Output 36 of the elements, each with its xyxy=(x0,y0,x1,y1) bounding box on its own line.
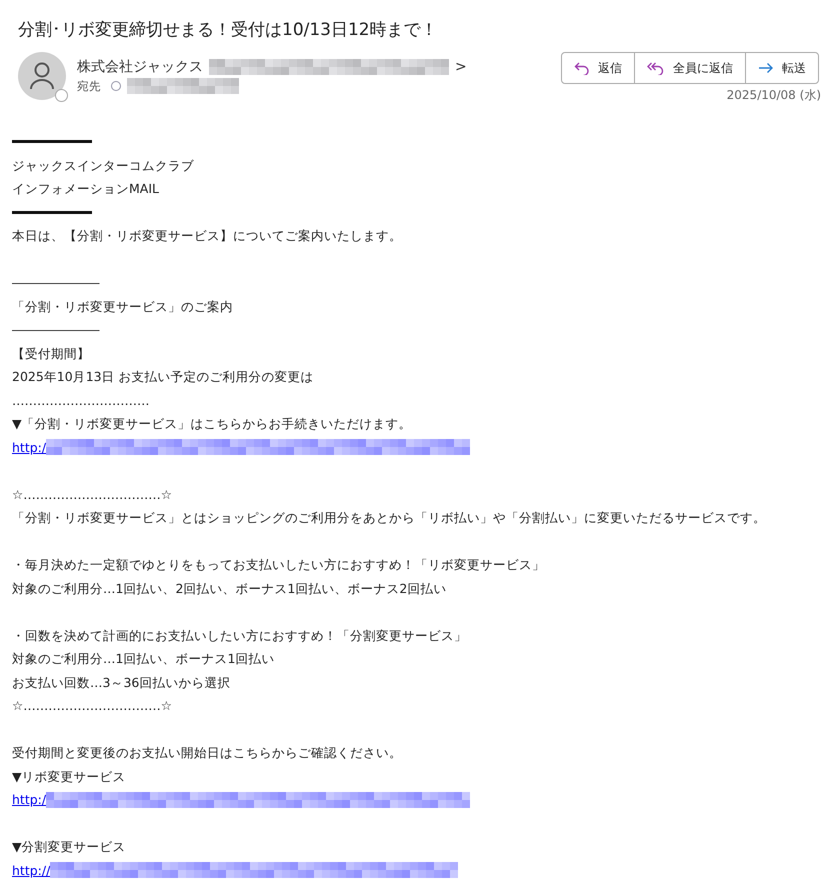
address-bracket: > xyxy=(455,59,467,75)
body-text: お支払い回数…3～36回払いから選択 xyxy=(12,674,230,692)
body-text: ・毎月決めた一定額でゆとりをもってお支払いしたい方におすすめ！「リボ変更サービス」 xyxy=(12,556,545,574)
email-date: 2025/10/08 (水) xyxy=(726,87,821,104)
link[interactable]: http:// xyxy=(12,858,50,882)
body-text: ☆……………………………☆ xyxy=(12,486,172,504)
body-text: ジャックスインターコムクラブ xyxy=(12,156,194,174)
body-text: 本日は、【分割・リボ変更サービス】についてご案内いたします。 xyxy=(12,227,402,245)
body-text: …………………………… xyxy=(12,392,150,410)
forward-button[interactable]: 転送 xyxy=(745,53,818,83)
forward-icon xyxy=(758,62,774,74)
body-text: インフォメーションMAIL xyxy=(12,180,159,198)
body-text: ▼リボ変更サービス xyxy=(12,768,126,786)
body-text: 【受付期間】 xyxy=(12,344,90,362)
body-text: 受付期間と変更後のお支払い開始日はこちらからご確認ください。 xyxy=(12,744,402,762)
recipient-ring-icon xyxy=(111,81,121,91)
person-icon xyxy=(29,62,55,90)
link[interactable]: http:/ xyxy=(12,436,46,459)
body-text: 対象のご利用分…1回払い、2回払い、ボーナス1回払い、ボーナス2回払い xyxy=(12,580,446,598)
to-label: 宛先 xyxy=(77,78,101,94)
body-text: ▼「分割・リボ変更サービス」はこちらからお手続きいただけます。 xyxy=(12,415,412,433)
reply-icon xyxy=(574,61,590,75)
body-text: 「分割・リボ変更サービス」のご案内 xyxy=(12,298,233,316)
sender-name: 株式会社ジャックス xyxy=(77,58,203,76)
body-text: 2025年10月13日 お支払い予定のご利用分の変更は xyxy=(12,368,314,386)
body-text: 「分割・リボ変更サービス」とはショッピングのご利用分をあとから「リボ払い」や「分割払い」に変更いただるサービスです。 xyxy=(12,509,766,527)
email-subject: 分割･リボ変更締切せまる！受付は10/13日12時まで！ xyxy=(17,19,439,42)
body-text: ・回数を決めて計画的にお支払いしたい方におすすめ！「分割変更サービス」 xyxy=(12,626,467,644)
status-ring-icon xyxy=(55,89,68,102)
link[interactable]: http:/ xyxy=(12,788,46,812)
body-text: ――――――― xyxy=(12,321,100,339)
reply-all-icon xyxy=(647,61,665,75)
body-text: ☆……………………………☆ xyxy=(12,697,172,715)
body-text: ▼分割変更サービス xyxy=(12,838,126,856)
body-text: 対象のご利用分…1回払い、ボーナス1回払い xyxy=(12,650,274,668)
body-text: ――――――― xyxy=(12,274,100,292)
